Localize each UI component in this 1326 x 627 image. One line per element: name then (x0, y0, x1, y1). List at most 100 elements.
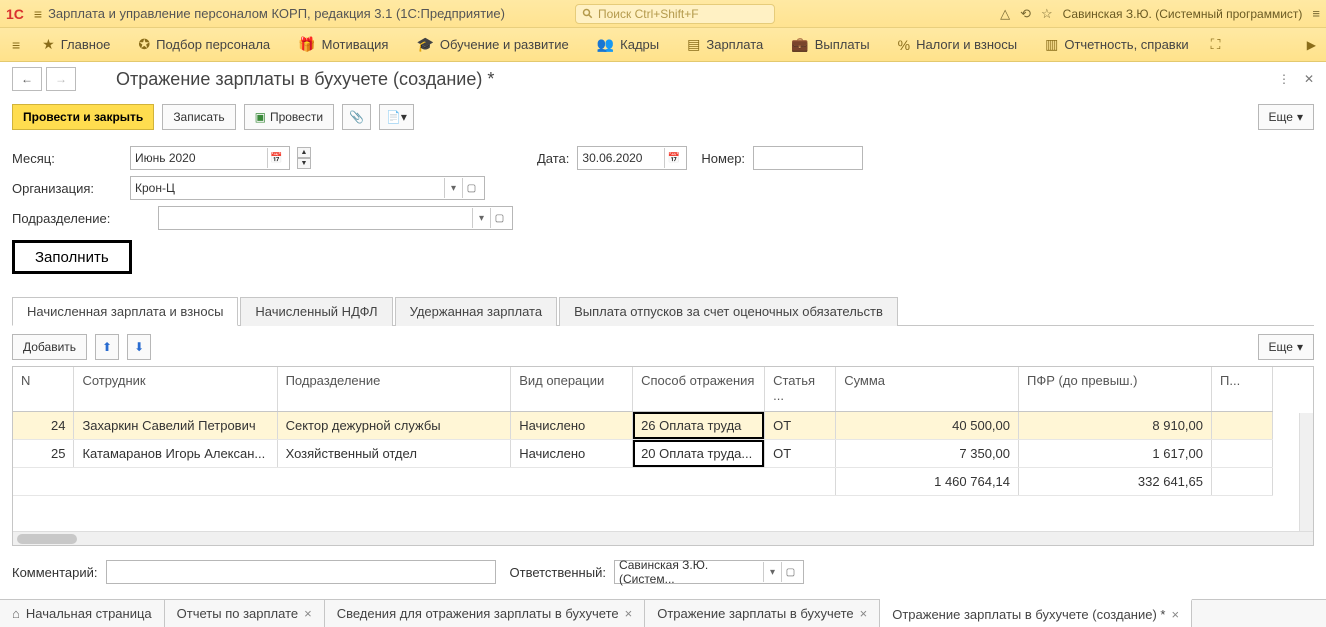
col-n[interactable]: N (13, 367, 74, 411)
back-button[interactable]: ← (12, 67, 42, 91)
post-close-button[interactable]: Провести и закрыть (12, 104, 154, 130)
doc-toolbar: Провести и закрыть Записать ▣Провести 📎 … (0, 96, 1326, 138)
menu-hr[interactable]: 👥Кадры (583, 28, 673, 61)
write-button[interactable]: Записать (162, 104, 235, 130)
date-field[interactable]: 30.06.2020 📅 (577, 146, 687, 170)
menu-more-icon[interactable]: ≡ (4, 28, 28, 61)
star-icon[interactable]: ☆ (1041, 6, 1053, 22)
menu-extra-icon[interactable]: ⛶ (1203, 28, 1229, 61)
number-field[interactable] (753, 146, 863, 170)
dropdown-icon[interactable]: ▾ (763, 562, 781, 582)
comment-label: Комментарий: (12, 565, 98, 580)
move-down-button[interactable]: ⬇ (127, 334, 151, 360)
open-icon[interactable]: ▢ (490, 208, 508, 228)
search-input[interactable]: Поиск Ctrl+Shift+F (575, 4, 775, 24)
close-icon[interactable]: × (860, 606, 868, 621)
fill-button[interactable]: Заполнить (12, 240, 132, 274)
date-label: Дата: (537, 151, 569, 166)
kebab-icon[interactable]: ⋮ (1278, 72, 1290, 86)
tab-ndfl[interactable]: Начисленный НДФЛ (240, 297, 392, 326)
col-op[interactable]: Вид операции (511, 367, 633, 411)
comment-field[interactable] (106, 560, 496, 584)
col-emp[interactable]: Сотрудник (74, 367, 277, 411)
forward-button[interactable]: → (46, 67, 76, 91)
cell-highlight[interactable]: 26 Оплата труда (633, 411, 765, 439)
col-dept[interactable]: Подразделение (277, 367, 511, 411)
home-icon: ⌂ (12, 606, 20, 621)
footer-tab-active[interactable]: Отражение зарплаты в бухучете (создание)… (880, 599, 1192, 627)
close-icon[interactable]: × (1171, 607, 1179, 622)
col-way[interactable]: Способ отражения (633, 367, 765, 411)
page-title: Отражение зарплаты в бухучете (создание)… (116, 69, 494, 90)
dropdown-icon[interactable]: ▾ (444, 178, 462, 198)
menu-payouts[interactable]: 💼Выплаты (777, 28, 883, 61)
org-field[interactable]: Крон-Ц ▾ ▢ (130, 176, 485, 200)
open-icon[interactable]: ▢ (462, 178, 480, 198)
menu-recruit[interactable]: ✪Подбор персонала (124, 28, 284, 61)
footer-tabs: ⌂Начальная страница Отчеты по зарплате× … (0, 599, 1326, 627)
main-menu: ≡ ★Главное ✪Подбор персонала 🎁Мотивация … (0, 28, 1326, 62)
col-sum[interactable]: Сумма (836, 367, 1019, 411)
dept-label: Подразделение: (12, 211, 122, 226)
menu-reports[interactable]: ▥Отчетность, справки (1031, 28, 1203, 61)
close-icon[interactable]: × (304, 606, 312, 621)
titlebar: 1C ≡ Зарплата и управление персоналом КО… (0, 0, 1326, 28)
doc-tabs: Начисленная зарплата и взносы Начисленны… (12, 296, 1314, 326)
vertical-scrollbar[interactable] (1299, 413, 1313, 531)
attach-button[interactable]: 📎 (342, 104, 371, 130)
footer-tab[interactable]: Отчеты по зарплате× (165, 600, 325, 627)
bell-icon[interactable]: △ (1000, 6, 1010, 22)
search-icon (582, 8, 594, 20)
col-pfr[interactable]: ПФР (до превыш.) (1019, 367, 1212, 411)
calendar-icon[interactable]: 📅 (267, 148, 285, 168)
footer-tab[interactable]: Отражение зарплаты в бухучете× (645, 600, 880, 627)
burger-icon[interactable]: ≡ (34, 6, 42, 22)
month-label: Месяц: (12, 151, 122, 166)
tab-vacation[interactable]: Выплата отпусков за счет оценочных обяза… (559, 297, 898, 326)
dropdown-icon[interactable]: ▾ (472, 208, 490, 228)
move-up-button[interactable]: ⬆ (95, 334, 119, 360)
menu-salary[interactable]: ▤Зарплата (673, 28, 777, 61)
close-page-button[interactable]: ✕ (1304, 72, 1314, 86)
col-art[interactable]: Статья ... (765, 367, 836, 411)
footer-tab[interactable]: Сведения для отражения зарплаты в бухуче… (325, 600, 645, 627)
org-label: Организация: (12, 181, 122, 196)
resp-label: Ответственный: (510, 565, 606, 580)
print-button[interactable]: 📄▾ (379, 104, 414, 130)
resp-field[interactable]: Савинская З.Ю. (Систем... ▾ ▢ (614, 560, 804, 584)
user-label[interactable]: Савинская З.Ю. (Системный программист) (1063, 7, 1303, 21)
table-row[interactable]: 24 Захаркин Савелий Петрович Сектор дежу… (13, 411, 1273, 439)
table-more-button[interactable]: Еще ▾ (1258, 334, 1314, 360)
menu-motivation[interactable]: 🎁Мотивация (284, 28, 402, 61)
calendar-icon[interactable]: 📅 (664, 148, 682, 168)
month-field[interactable]: Июнь 2020 📅 (130, 146, 290, 170)
dept-field[interactable]: ▾ ▢ (158, 206, 513, 230)
footer-tab-home[interactable]: ⌂Начальная страница (0, 600, 165, 627)
col-rest[interactable]: П... (1212, 367, 1273, 411)
add-row-button[interactable]: Добавить (12, 334, 87, 360)
close-icon[interactable]: × (625, 606, 633, 621)
menu-taxes[interactable]: %Налоги и взносы (884, 28, 1032, 61)
tab-withheld[interactable]: Удержанная зарплата (395, 297, 557, 326)
open-icon[interactable]: ▢ (781, 562, 799, 582)
post-icon: ▣ (255, 110, 266, 124)
number-label: Номер: (701, 151, 745, 166)
table-header: N Сотрудник Подразделение Вид операции С… (13, 367, 1273, 411)
page-nav: ← → Отражение зарплаты в бухучете (созда… (0, 62, 1326, 96)
month-spin[interactable]: ▲▼ (297, 147, 311, 169)
doc-form: Месяц: Июнь 2020 📅 ▲▼ Дата: 30.06.2020 📅… (0, 138, 1326, 286)
horizontal-scrollbar[interactable] (13, 531, 1313, 545)
table-row[interactable]: 25 Катамаранов Игорь Алексан... Хозяйств… (13, 439, 1273, 467)
cell-highlight[interactable]: 20 Оплата труда... (633, 439, 765, 467)
more-button[interactable]: Еще ▾ (1258, 104, 1314, 130)
app-logo: 1C (6, 6, 24, 22)
menu-overflow-icon[interactable]: ▶ (1301, 38, 1322, 52)
history-icon[interactable]: ⟲ (1020, 6, 1031, 22)
menu-training[interactable]: 🎓Обучение и развитие (402, 28, 582, 61)
menu-main[interactable]: ★Главное (28, 28, 124, 61)
table-totals: 1 460 764,14 332 641,65 (13, 467, 1273, 495)
post-button[interactable]: ▣Провести (244, 104, 334, 130)
menu-icon[interactable]: ≡ (1312, 6, 1320, 21)
comment-row: Комментарий: Ответственный: Савинская З.… (0, 546, 1326, 590)
tab-accrued[interactable]: Начисленная зарплата и взносы (12, 297, 238, 326)
